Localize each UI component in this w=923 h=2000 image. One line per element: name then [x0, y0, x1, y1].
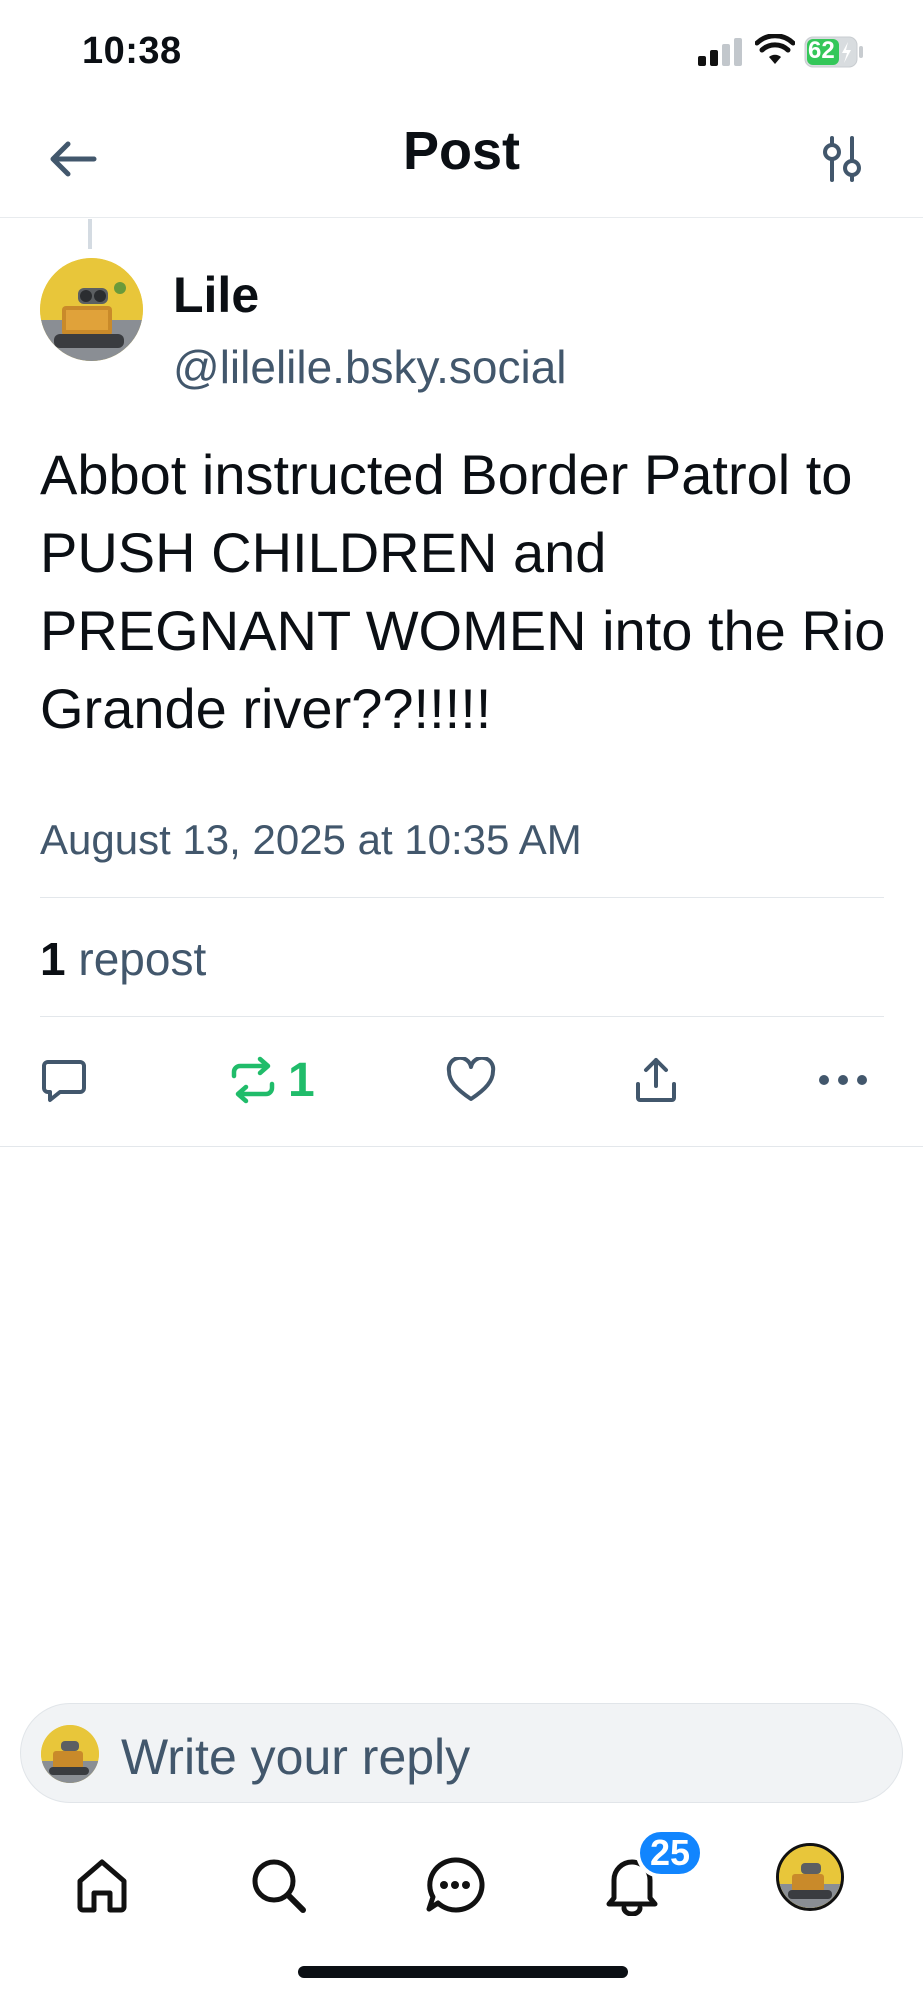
- reply-placeholder: Write your reply: [121, 1729, 471, 1785]
- page-title: Post: [402, 121, 521, 181]
- more-icon: [819, 1075, 867, 1085]
- signal-icon: [698, 38, 742, 66]
- tab-profile-avatar[interactable]: [776, 1843, 844, 1911]
- tab-chat[interactable]: [410, 1840, 500, 1930]
- author-name[interactable]: Lile: [173, 266, 259, 324]
- repost-button[interactable]: 1: [228, 1040, 315, 1120]
- home-indicator: [298, 1966, 628, 1978]
- tab-home[interactable]: [57, 1840, 147, 1930]
- sliders-icon: [823, 136, 861, 182]
- post-actions: 1: [0, 1040, 923, 1120]
- reply-input[interactable]: Write your reply: [20, 1703, 903, 1803]
- tab-search[interactable]: [233, 1840, 323, 1930]
- home-icon: [77, 1859, 127, 1913]
- share-icon: [636, 1058, 676, 1102]
- divider: [40, 897, 884, 898]
- thread-line: [88, 219, 92, 249]
- comment-icon: [42, 1060, 86, 1102]
- section-divider: [0, 1146, 923, 1147]
- notification-badge: 25: [636, 1828, 704, 1878]
- header-bar: Post: [0, 100, 923, 218]
- search-icon: [252, 1859, 306, 1913]
- repost-count: 1: [288, 1053, 315, 1107]
- reply-button[interactable]: [40, 1040, 88, 1120]
- post-timestamp: August 13, 2025 at 10:35 AM: [40, 816, 582, 863]
- battery-level: 62: [808, 37, 835, 64]
- thread-settings-button[interactable]: [806, 126, 878, 192]
- share-button[interactable]: [634, 1040, 678, 1120]
- chat-icon: [426, 1857, 485, 1913]
- repost-stat-count: 1: [40, 933, 66, 985]
- wifi-icon: [754, 33, 796, 66]
- status-bar: 10:38 62: [0, 0, 923, 100]
- reply-avatar: [41, 1725, 99, 1783]
- post-text: Abbot instructed Border Patrol to PUSH C…: [40, 443, 886, 740]
- divider: [40, 1016, 884, 1017]
- heart-icon: [446, 1057, 496, 1101]
- like-button[interactable]: [446, 1040, 496, 1120]
- more-options-button[interactable]: [818, 1040, 868, 1120]
- author-avatar[interactable]: [40, 258, 143, 361]
- repost-stat-label: repost: [78, 933, 207, 985]
- repost-icon: [231, 1056, 275, 1104]
- author-handle[interactable]: @lilelile.bsky.social: [173, 340, 567, 394]
- status-time: 10:38: [82, 30, 182, 72]
- battery-icon: 62: [804, 36, 864, 68]
- repost-stat[interactable]: 1 repost: [40, 932, 206, 986]
